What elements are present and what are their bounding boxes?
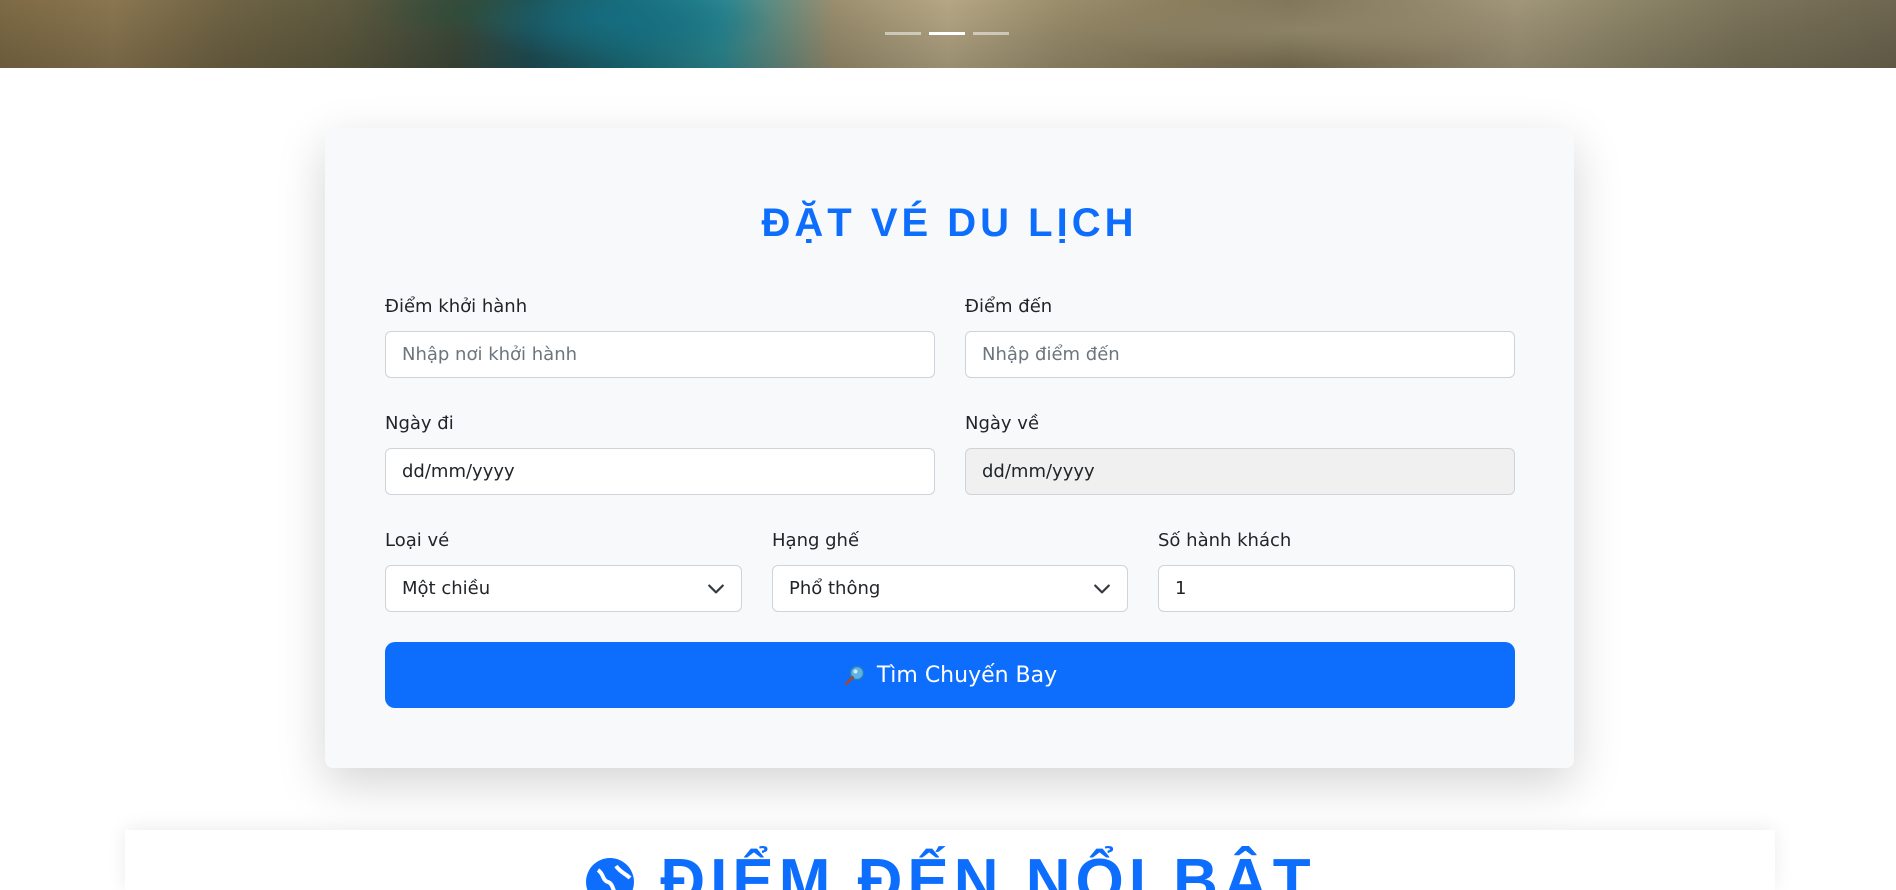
passengers-label: Số hành khách xyxy=(1158,529,1515,552)
depart-date-input[interactable]: dd/mm/yyyy xyxy=(385,448,935,495)
booking-form-title: ĐẶT VÉ DU LỊCH xyxy=(325,201,1574,246)
depart-date-field-group: Ngày đi dd/mm/yyyy xyxy=(385,412,935,495)
destination-label: Điểm đến xyxy=(965,295,1515,318)
return-date-input[interactable]: dd/mm/yyyy xyxy=(965,448,1515,495)
ticket-type-field-group: Loại vé Một chiều xyxy=(385,529,742,612)
featured-destinations-title: ĐIỂM ĐẾN NỔI BẬT xyxy=(125,846,1775,890)
destination-field-group: Điểm đến Nhập điểm đến xyxy=(965,295,1515,378)
chevron-down-icon xyxy=(1093,580,1111,598)
return-date-field-group: Ngày về dd/mm/yyyy xyxy=(965,412,1515,495)
origin-field-group: Điểm khởi hành Nhập nơi khởi hành xyxy=(385,295,935,378)
featured-destinations-heading: ĐIỂM ĐẾN NỔI BẬT xyxy=(660,846,1315,890)
destination-placeholder: Nhập điểm đến xyxy=(982,344,1120,365)
carousel-indicator-3[interactable] xyxy=(973,32,1009,35)
passengers-field-group: Số hành khách 1 xyxy=(1158,529,1515,612)
passengers-input[interactable]: 1 xyxy=(1158,565,1515,612)
ticket-type-label: Loại vé xyxy=(385,529,742,552)
passengers-value: 1 xyxy=(1175,578,1186,599)
return-date-value: dd/mm/yyyy xyxy=(982,461,1095,482)
ticket-type-selected: Một chiều xyxy=(402,578,490,599)
search-icon xyxy=(843,663,867,687)
seat-class-field-group: Hạng ghế Phổ thông xyxy=(772,529,1128,612)
origin-input[interactable]: Nhập nơi khởi hành xyxy=(385,331,935,378)
seat-class-label: Hạng ghế xyxy=(772,529,1128,552)
carousel-indicator-1[interactable] xyxy=(885,32,921,35)
seat-class-select[interactable]: Phổ thông xyxy=(772,565,1128,612)
carousel-indicator-2[interactable] xyxy=(929,32,965,35)
carousel-indicators xyxy=(885,32,1009,35)
seat-class-selected: Phổ thông xyxy=(789,578,880,599)
origin-label: Điểm khởi hành xyxy=(385,295,935,318)
ticket-type-select[interactable]: Một chiều xyxy=(385,565,742,612)
depart-date-value: dd/mm/yyyy xyxy=(402,461,515,482)
depart-date-label: Ngày đi xyxy=(385,412,935,435)
hero-carousel xyxy=(0,0,1896,68)
search-flights-button[interactable]: Tìm Chuyến Bay xyxy=(385,642,1515,708)
booking-form-card: ĐẶT VÉ DU LỊCH Điểm khởi hành Nhập nơi k… xyxy=(325,128,1574,768)
search-flights-label: Tìm Chuyến Bay xyxy=(877,663,1057,688)
destination-input[interactable]: Nhập điểm đến xyxy=(965,331,1515,378)
origin-placeholder: Nhập nơi khởi hành xyxy=(402,344,577,365)
chevron-down-icon xyxy=(707,580,725,598)
return-date-label: Ngày về xyxy=(965,412,1515,435)
featured-destinations-section: ĐIỂM ĐẾN NỔI BẬT xyxy=(125,830,1775,890)
